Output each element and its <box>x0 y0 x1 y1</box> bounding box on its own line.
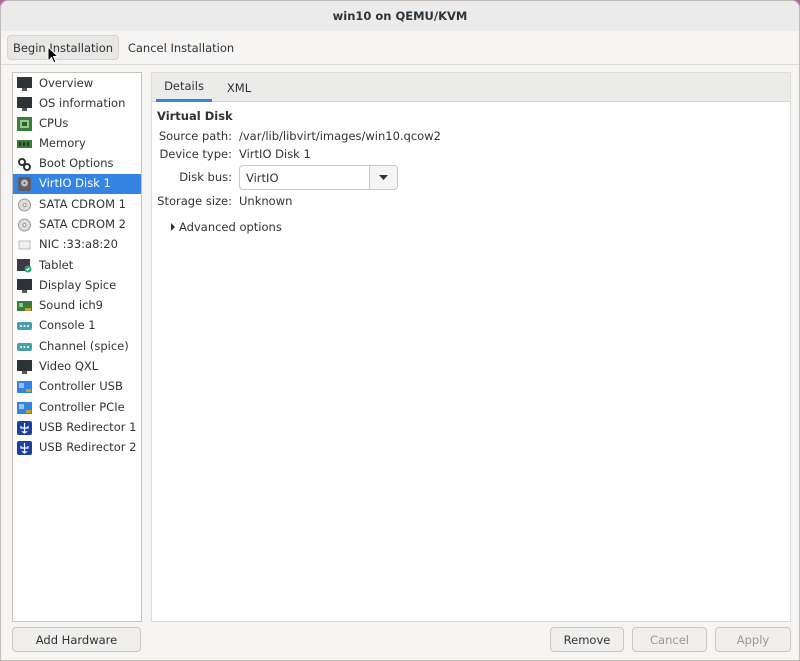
toolbar: Begin Installation Cancel Installation <box>1 31 799 65</box>
disk-bus-combo[interactable]: VirtIO <box>239 165 398 190</box>
sidebar-item-label: Console 1 <box>39 318 96 332</box>
usb-icon <box>17 421 32 435</box>
sidebar-item-display-spice[interactable]: Display Spice <box>13 276 141 296</box>
tab-details[interactable]: Details <box>156 73 212 102</box>
remove-button[interactable]: Remove <box>550 627 624 652</box>
sidebar-item-label: Sound ich9 <box>39 298 103 312</box>
sidebar-item-label: SATA CDROM 2 <box>39 217 126 231</box>
title-bar[interactable]: win10 on QEMU/KVM <box>1 1 799 31</box>
video-card-icon <box>17 360 32 374</box>
usb-icon <box>17 441 32 455</box>
chevron-down-icon <box>379 175 388 180</box>
sidebar-item-overview[interactable]: Overview <box>13 74 141 94</box>
sidebar-item-label: Channel (spice) <box>39 339 129 353</box>
serial-port-icon <box>17 343 32 351</box>
cdrom-icon <box>18 218 31 232</box>
sidebar-item-label: Boot Options <box>39 156 114 170</box>
sidebar-item-virtio-disk-1[interactable]: VirtIO Disk 1 <box>13 174 141 194</box>
sidebar-item-boot-options[interactable]: Boot Options <box>13 154 141 174</box>
sidebar-item-nic[interactable]: NIC :33:a8:20 <box>13 235 141 255</box>
hardware-list: Overview OS information CPUs Memory Boot… <box>12 72 142 622</box>
disk-bus-dropdown-button[interactable] <box>369 166 397 189</box>
source-path-label: Source path: <box>158 129 232 143</box>
cpu-icon <box>17 117 32 131</box>
sidebar-item-controller-pcie[interactable]: Controller PCIe <box>13 398 141 418</box>
sidebar-item-label: Overview <box>39 76 94 90</box>
sidebar-item-sata-cdrom-2[interactable]: SATA CDROM 2 <box>13 215 141 235</box>
serial-port-icon <box>17 322 32 330</box>
disk-bus-value: VirtIO <box>246 171 279 185</box>
sidebar-item-sata-cdrom-1[interactable]: SATA CDROM 1 <box>13 195 141 215</box>
begin-installation-button[interactable]: Begin Installation <box>7 35 119 60</box>
sidebar-item-label: USB Redirector 2 <box>39 440 137 454</box>
expander-arrow-icon[interactable] <box>171 223 175 231</box>
sidebar-item-console-1[interactable]: Console 1 <box>13 316 141 336</box>
sidebar-item-label: Tablet <box>39 258 74 272</box>
sidebar-item-label: VirtIO Disk 1 <box>39 176 111 190</box>
sound-card-icon <box>17 301 32 311</box>
sidebar-item-label: OS information <box>39 96 126 110</box>
details-panel: Details XML Virtual Disk Source path: /v… <box>151 72 791 622</box>
controller-icon <box>17 402 32 414</box>
monitor-icon <box>17 77 32 91</box>
sidebar-item-channel-spice[interactable]: Channel (spice) <box>13 337 141 357</box>
sidebar-item-usb-redirector-2[interactable]: USB Redirector 2 <box>13 438 141 458</box>
sidebar-item-tablet[interactable]: Tablet <box>13 256 141 276</box>
mouse-cursor-icon <box>47 46 59 64</box>
sidebar-item-controller-usb[interactable]: Controller USB <box>13 377 141 397</box>
tab-bar: Details XML <box>152 73 790 102</box>
advanced-options-expander[interactable]: Advanced options <box>179 220 282 234</box>
device-type-value: VirtIO Disk 1 <box>239 147 311 161</box>
network-icon <box>18 240 31 250</box>
source-path-value: /var/lib/libvirt/images/win10.qcow2 <box>239 129 441 143</box>
window-title: win10 on QEMU/KVM <box>332 9 468 23</box>
add-hardware-button[interactable]: Add Hardware <box>12 627 141 652</box>
sidebar-item-label: SATA CDROM 1 <box>39 197 126 211</box>
sidebar-item-os-information[interactable]: OS information <box>13 94 141 114</box>
sidebar-item-usb-redirector-1[interactable]: USB Redirector 1 <box>13 418 141 438</box>
sidebar-item-label: Display Spice <box>39 278 117 292</box>
sidebar-item-label: Video QXL <box>39 359 99 373</box>
display-icon <box>17 279 32 293</box>
sidebar-item-cpus[interactable]: CPUs <box>13 114 141 134</box>
vm-details-window: win10 on QEMU/KVM Begin Installation Can… <box>0 0 800 661</box>
section-title: Virtual Disk <box>157 109 233 123</box>
cdrom-icon <box>18 198 31 212</box>
monitor-icon <box>17 97 32 111</box>
tab-xml[interactable]: XML <box>216 73 262 102</box>
sidebar-item-label: Controller PCIe <box>39 400 125 414</box>
apply-button[interactable]: Apply <box>715 627 791 652</box>
storage-size-value: Unknown <box>239 194 293 208</box>
sidebar-item-label: CPUs <box>39 116 69 130</box>
harddisk-icon <box>18 177 31 191</box>
sidebar-item-sound-ich9[interactable]: Sound ich9 <box>13 296 141 316</box>
sidebar-item-label: Controller USB <box>39 379 123 393</box>
sidebar-item-label: NIC :33:a8:20 <box>39 237 118 251</box>
cancel-installation-button[interactable]: Cancel Installation <box>123 35 239 60</box>
sidebar-item-video-qxl[interactable]: Video QXL <box>13 357 141 377</box>
controller-icon <box>17 381 32 393</box>
storage-size-label: Storage size: <box>157 194 232 208</box>
sidebar-item-label: Memory <box>39 136 86 150</box>
gears-icon <box>18 158 31 171</box>
memory-icon <box>17 140 32 148</box>
sidebar-item-memory[interactable]: Memory <box>13 134 141 154</box>
sidebar-item-label: USB Redirector 1 <box>39 420 137 434</box>
device-type-label: Device type: <box>159 147 232 161</box>
tablet-icon <box>17 259 32 273</box>
cancel-button[interactable]: Cancel <box>632 627 707 652</box>
disk-bus-label: Disk bus: <box>179 170 232 184</box>
